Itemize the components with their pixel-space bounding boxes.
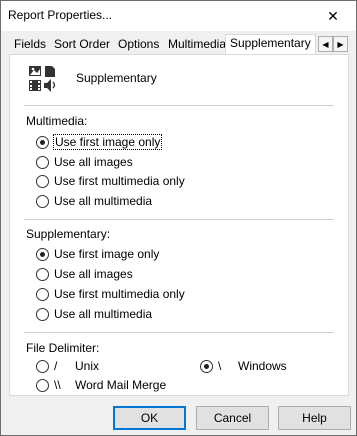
radio-button[interactable] xyxy=(36,135,49,149)
delimiter-option-windows[interactable]: \ xyxy=(200,357,221,375)
chevron-left-icon[interactable]: ◀ xyxy=(318,36,333,52)
multimedia-option-all-images[interactable]: Use all images xyxy=(36,153,133,171)
supplementary-option-all-multimedia[interactable]: Use all multimedia xyxy=(36,305,152,323)
radio-button[interactable] xyxy=(36,359,49,373)
delimiter-name: Unix xyxy=(75,359,100,373)
radio-label[interactable]: Use first multimedia only xyxy=(54,174,185,188)
radio-button[interactable] xyxy=(36,247,49,261)
radio-button[interactable] xyxy=(36,155,49,169)
page-title: Supplementary xyxy=(76,71,157,85)
radio-label[interactable]: Use first multimedia only xyxy=(54,287,185,301)
radio-button[interactable] xyxy=(36,174,49,188)
file-delimiter-group-label: File Delimiter: xyxy=(26,341,100,355)
delimiter-symbol[interactable]: \ xyxy=(218,359,221,373)
delimiter-option-unix[interactable]: / xyxy=(36,357,57,375)
tab-sort-order[interactable]: Sort Order xyxy=(49,35,115,55)
delimiter-name: Word Mail Merge xyxy=(75,378,167,392)
separator xyxy=(24,105,334,106)
title-bar: Report Properties... ✕ xyxy=(1,1,356,31)
delimiter-symbol[interactable]: / xyxy=(54,359,57,373)
radio-label[interactable]: Use first image only xyxy=(52,134,163,150)
multimedia-group-label: Multimedia: xyxy=(26,114,88,128)
radio-label[interactable]: Use all multimedia xyxy=(54,194,152,208)
radio-button[interactable] xyxy=(200,359,213,373)
radio-label[interactable]: Use all images xyxy=(54,267,133,281)
radio-button[interactable] xyxy=(36,194,49,208)
delimiter-symbol[interactable]: \\ xyxy=(54,378,61,392)
radio-label[interactable]: Use first image only xyxy=(54,247,159,261)
delimiter-name: Windows xyxy=(238,359,287,373)
cancel-button[interactable]: Cancel xyxy=(196,406,269,430)
supplementary-group-label: Supplementary: xyxy=(26,227,111,241)
window-title: Report Properties... xyxy=(8,8,113,22)
multimedia-option-first-image[interactable]: Use first image only xyxy=(36,133,163,151)
chevron-right-icon[interactable]: ▶ xyxy=(333,36,348,52)
multimedia-media-icon xyxy=(29,66,56,92)
delimiter-option-word-mail-merge[interactable]: \\ xyxy=(36,376,61,394)
report-properties-dialog: Report Properties... ✕ Fields Sort Order… xyxy=(0,0,357,436)
radio-label[interactable]: Use all images xyxy=(54,155,133,169)
supplementary-panel: Supplementary Multimedia: Use first imag… xyxy=(9,54,349,396)
multimedia-option-all-multimedia[interactable]: Use all multimedia xyxy=(36,192,152,210)
radio-button[interactable] xyxy=(36,378,49,392)
radio-button[interactable] xyxy=(36,307,49,321)
supplementary-option-first-image[interactable]: Use first image only xyxy=(36,245,159,263)
tab-options[interactable]: Options xyxy=(113,35,164,55)
supplementary-option-first-multimedia[interactable]: Use first multimedia only xyxy=(36,285,185,303)
separator xyxy=(24,219,334,220)
radio-button[interactable] xyxy=(36,287,49,301)
radio-button[interactable] xyxy=(36,267,49,281)
tab-strip: Fields Sort Order Options Multimedia Sup… xyxy=(9,34,349,55)
separator xyxy=(24,332,334,333)
tab-multimedia[interactable]: Multimedia xyxy=(163,35,231,55)
radio-label[interactable]: Use all multimedia xyxy=(54,307,152,321)
supplementary-option-all-images[interactable]: Use all images xyxy=(36,265,133,283)
tab-fields[interactable]: Fields xyxy=(9,35,51,55)
help-button[interactable]: Help xyxy=(278,406,351,430)
tab-supplementary[interactable]: Supplementary xyxy=(225,34,316,55)
ok-button[interactable]: OK xyxy=(113,406,186,430)
close-icon[interactable]: ✕ xyxy=(310,1,356,31)
multimedia-option-first-multimedia[interactable]: Use first multimedia only xyxy=(36,172,185,190)
